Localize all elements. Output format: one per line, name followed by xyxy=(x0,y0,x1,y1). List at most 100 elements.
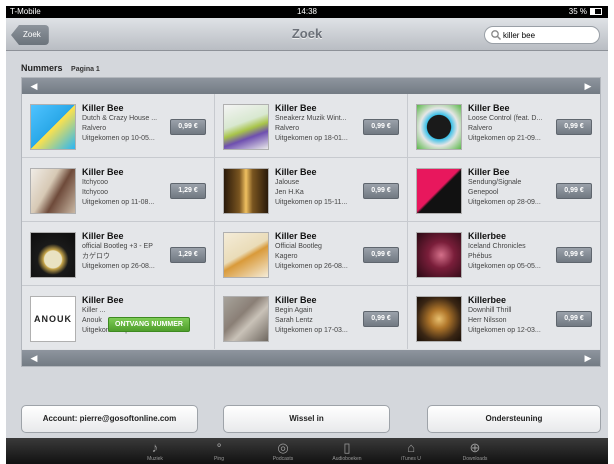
price-button[interactable]: 0,99 € xyxy=(556,247,592,263)
track-title: Killer Bee xyxy=(275,103,317,113)
album-cover xyxy=(416,168,462,214)
price-button[interactable]: 0,99 € xyxy=(556,119,592,135)
release-date: Uitgekomen op 26-08... xyxy=(82,263,155,270)
previous-page-icon[interactable]: ◀ xyxy=(26,78,42,94)
price-button[interactable]: 0,99 € xyxy=(363,119,399,135)
track-title: Killer Bee xyxy=(82,167,124,177)
price-button[interactable]: 0,99 € xyxy=(363,183,399,199)
section-title: Nummers xyxy=(21,63,63,73)
track-title: Killer Bee xyxy=(275,295,317,305)
result-item[interactable]: Killer Bee Official Bootleg Kagero Uitge… xyxy=(215,222,408,286)
price-button[interactable]: 1,29 € xyxy=(170,247,206,263)
next-page-icon[interactable]: ▶ xyxy=(580,350,596,366)
search-icon xyxy=(491,30,502,41)
genius-icon: ᐤ xyxy=(216,440,222,455)
album-cover xyxy=(416,104,462,150)
result-item[interactable]: ANOUK Killer Bee Killer ... Anouk Uitgek… xyxy=(22,286,215,349)
album-cover xyxy=(223,296,269,342)
album-name: Dutch & Crazy House ... xyxy=(82,115,158,122)
tab-itunes-u[interactable]: ⌂ iTunes U xyxy=(382,440,440,464)
result-item[interactable]: Killer Bee official Bootleg +3 - EP カゲロウ… xyxy=(22,222,215,286)
artist-name: Phébus xyxy=(468,253,492,260)
release-date: Uitgekomen op 17-03... xyxy=(275,327,348,334)
support-button[interactable]: Ondersteuning xyxy=(427,405,601,433)
tab-audiobooks[interactable]: ▯ Audioboeken xyxy=(318,440,376,464)
price-button[interactable]: 0,99 € xyxy=(556,311,592,327)
tab-downloads[interactable]: ⊕ Downloads xyxy=(446,440,504,464)
result-item[interactable]: Killer Bee Jalouse Jen H.Ka Uitgekomen o… xyxy=(215,158,408,222)
artist-name: Ralvero xyxy=(82,125,107,132)
album-name: Itchycoo xyxy=(82,179,109,186)
artist-name: Sarah Lentz xyxy=(275,317,313,324)
account-button[interactable]: Account: pierre@gosoftonline.com xyxy=(21,405,198,433)
release-date: Uitgekomen op 12-03... xyxy=(468,327,541,334)
track-title: Killer Bee xyxy=(82,295,124,305)
tab-bar: ♪ Muziek ᐤ Ping ◎ Podcasts ▯ Audioboeken… xyxy=(6,438,608,464)
album-name: Downhill Thrill xyxy=(468,307,512,314)
track-title: Killer Bee xyxy=(468,167,510,177)
release-date: Uitgekomen op 15-11... xyxy=(275,199,348,206)
battery-icon xyxy=(590,8,602,16)
result-item[interactable]: Killer Bee Sneakerz Muzik Wint... Ralver… xyxy=(215,94,408,158)
next-page-icon[interactable]: ▶ xyxy=(580,78,596,94)
artist-name: Ralvero xyxy=(275,125,300,132)
results-grid: Killer Bee Dutch & Crazy House ... Ralve… xyxy=(22,94,600,350)
artist-name: Kagero xyxy=(275,253,298,260)
price-button[interactable]: 0,99 € xyxy=(363,311,399,327)
album-cover xyxy=(416,296,462,342)
result-item[interactable]: Killerbee Downhill Thrill Herr Nilsson U… xyxy=(408,286,600,349)
album-cover xyxy=(223,104,269,150)
artist-name: Jen H.Ka xyxy=(275,189,304,196)
album-name: Sneakerz Muzik Wint... xyxy=(275,115,347,122)
price-button[interactable]: 0,99 € xyxy=(556,183,592,199)
album-name: Sendung/Signale xyxy=(468,179,522,186)
search-input[interactable] xyxy=(503,28,595,42)
track-title: Killer Bee xyxy=(82,103,124,113)
result-item[interactable]: Killerbee Iceland Chronicles Phébus Uitg… xyxy=(408,222,600,286)
album-cover xyxy=(223,168,269,214)
tab-ping[interactable]: ᐤ Ping xyxy=(190,440,248,464)
tab-label: Downloads xyxy=(462,456,488,462)
release-date: Uitgekomen op 18-01... xyxy=(275,135,348,142)
album-cover xyxy=(30,104,76,150)
album-cover xyxy=(416,232,462,278)
clock-label: 14:38 xyxy=(296,7,318,16)
search-field[interactable] xyxy=(484,26,600,44)
track-title: Killerbee xyxy=(468,295,507,305)
album-name: Iceland Chronicles xyxy=(468,243,526,250)
pager-bottom: ◀ ▶ xyxy=(22,350,600,366)
track-title: Killer Bee xyxy=(468,103,510,113)
tab-music[interactable]: ♪ Muziek xyxy=(126,440,184,464)
get-track-button[interactable]: ONTVANG NUMMER xyxy=(108,317,190,332)
result-item[interactable]: Killer Bee Sendung/Signale Genepool Uitg… xyxy=(408,158,600,222)
price-button[interactable]: 1,29 € xyxy=(170,183,206,199)
pager-top: ◀ ▶ xyxy=(22,78,600,94)
result-item[interactable]: Killer Bee Begin Again Sarah Lentz Uitge… xyxy=(215,286,408,349)
release-date: Uitgekomen op 28-09... xyxy=(468,199,541,206)
track-title: Killer Bee xyxy=(82,231,124,241)
tab-podcasts[interactable]: ◎ Podcasts xyxy=(254,440,312,464)
itunes-u-icon: ⌂ xyxy=(407,440,415,455)
release-date: Uitgekomen op 21-09... xyxy=(468,135,541,142)
page-indicator: Pagina 1 xyxy=(71,66,100,73)
tab-label: Ping xyxy=(213,456,224,462)
album-cover xyxy=(30,168,76,214)
results-panel: ◀ ▶ Killer Bee Dutch & Crazy House ... R… xyxy=(21,77,601,367)
artist-name: Genepool xyxy=(468,189,499,196)
price-button[interactable]: 0,99 € xyxy=(170,119,206,135)
redeem-button[interactable]: Wissel in xyxy=(223,405,390,433)
track-title: Killerbee xyxy=(468,231,507,241)
audiobook-icon: ▯ xyxy=(343,440,351,455)
release-date: Uitgekomen op 11-08... xyxy=(82,199,155,206)
price-button[interactable]: 0,99 € xyxy=(363,247,399,263)
download-icon: ⊕ xyxy=(469,440,481,455)
album-name: Killer ... xyxy=(82,307,106,314)
battery-label: 35 % xyxy=(568,7,587,16)
previous-page-icon[interactable]: ◀ xyxy=(26,350,42,366)
result-item[interactable]: Killer Bee Loose Control (feat. D... Ral… xyxy=(408,94,600,158)
track-title: Killer Bee xyxy=(275,167,317,177)
result-item[interactable]: Killer Bee Dutch & Crazy House ... Ralve… xyxy=(22,94,215,158)
artist-name: Herr Nilsson xyxy=(468,317,507,324)
album-name: official Bootleg +3 - EP xyxy=(82,243,153,250)
result-item[interactable]: Killer Bee Itchycoo Itchycoo Uitgekomen … xyxy=(22,158,215,222)
